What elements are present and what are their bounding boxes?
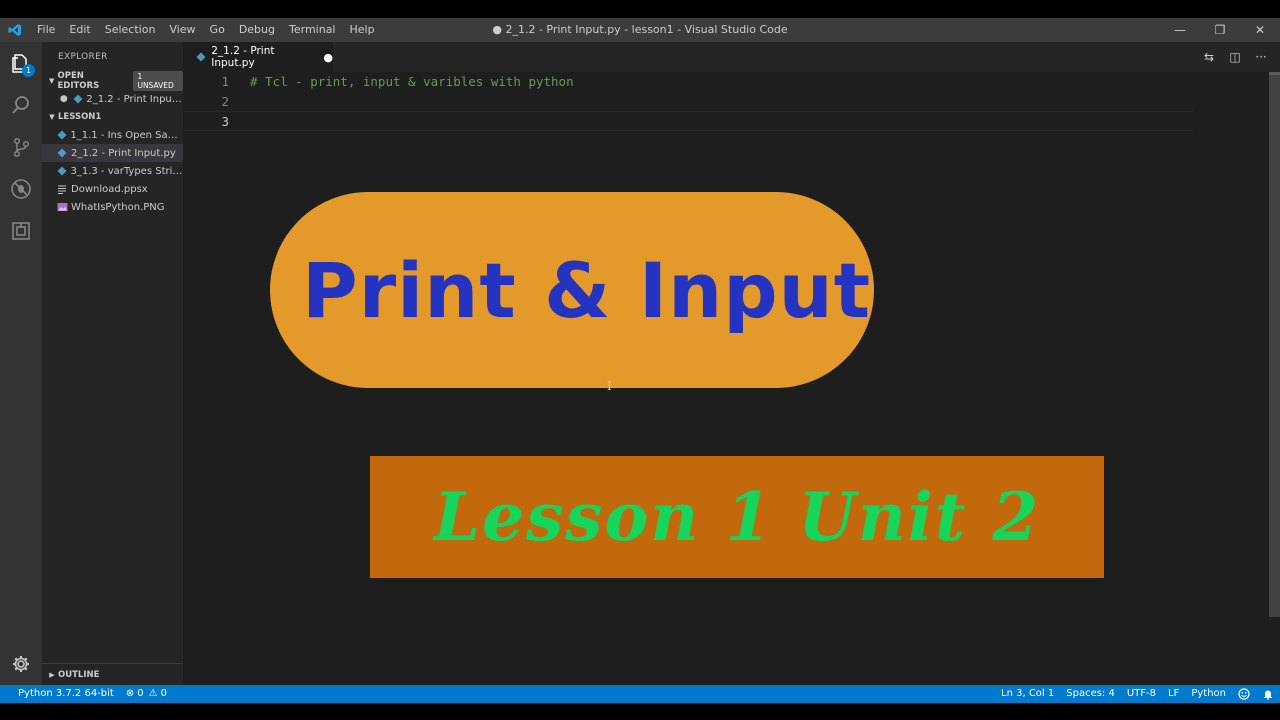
tab-bar: 2_1.2 - Print Input.py ● ⇆ ◫ ··· — [183, 42, 1280, 72]
indentation[interactable]: Spaces: 4 — [1060, 685, 1121, 703]
minimize-button[interactable]: — — [1160, 18, 1200, 42]
explorer-sidebar: EXPLORER ▼ OPEN EDITORS 1 UNSAVED ● 2_1.… — [42, 42, 184, 685]
python-icon — [56, 165, 67, 177]
chevron-down-icon: ▼ — [49, 113, 55, 121]
bottom-letterbox — [0, 703, 1280, 720]
warning-count: 0 — [160, 688, 167, 699]
source-control-icon[interactable] — [0, 126, 42, 168]
file-item[interactable]: 1_1.1 - Ins Open Save... — [42, 126, 183, 144]
lesson1-folder-header[interactable]: ▼ LESSON1 — [42, 108, 183, 126]
file-label: 1_1.1 - Ins Open Save... — [70, 129, 183, 141]
more-actions-icon[interactable]: ··· — [1248, 42, 1274, 72]
folder-label: LESSON1 — [58, 112, 102, 122]
menu-file[interactable]: File — [30, 18, 62, 42]
lesson-banner: Lesson 1 Unit 2 — [370, 456, 1104, 578]
file-item[interactable]: Download.ppsx — [42, 180, 183, 198]
unsaved-badge: 1 UNSAVED — [133, 71, 184, 91]
title-bar: File Edit Selection View Go Debug Termin… — [0, 18, 1280, 42]
end-of-line[interactable]: LF — [1162, 685, 1185, 703]
file-item[interactable]: WhatIsPython.PNG — [42, 198, 183, 216]
outline-label: OUTLINE — [58, 669, 100, 680]
code-line-current: 3 — [183, 111, 1193, 131]
banner-title: Print & Input — [302, 245, 872, 335]
open-editor-label: 2_1.2 - Print Input... — [86, 93, 183, 105]
text-cursor-icon: I — [607, 379, 612, 393]
editor-actions: ⇆ ◫ ··· — [1196, 42, 1274, 72]
debug-icon[interactable] — [0, 168, 42, 210]
open-editor-item[interactable]: ● 2_1.2 - Print Input... — [42, 90, 183, 108]
tab-print-input[interactable]: 2_1.2 - Print Input.py ● — [183, 42, 333, 72]
line-number: 2 — [221, 94, 229, 109]
code-line: 1 # Tcl - print, input & varibles with p… — [183, 72, 1193, 92]
editor-area: 2_1.2 - Print Input.py ● ⇆ ◫ ··· 1 # Tcl… — [183, 42, 1280, 685]
code-line: 2 — [183, 92, 1193, 112]
menu-go[interactable]: Go — [203, 18, 232, 42]
explorer-icon[interactable]: 1 — [0, 42, 42, 84]
python-icon — [195, 51, 206, 63]
chevron-right-icon: ▶ — [49, 670, 55, 679]
menu-debug[interactable]: Debug — [232, 18, 282, 42]
activity-bar: 1 — [0, 42, 42, 685]
error-icon: ⊗ — [125, 688, 135, 699]
cursor-position[interactable]: Ln 3, Col 1 — [995, 685, 1060, 703]
split-editor-icon[interactable]: ◫ — [1222, 42, 1248, 72]
top-letterbox — [0, 0, 1280, 18]
file-label: 2_1.2 - Print Input.py — [71, 147, 176, 159]
code-editor[interactable]: 1 # Tcl - print, input & varibles with p… — [183, 72, 1280, 685]
open-editors-header[interactable]: ▼ OPEN EDITORS 1 UNSAVED — [42, 71, 184, 91]
line-number: 1 — [221, 74, 229, 89]
notifications-bell-icon[interactable] — [1256, 685, 1280, 703]
print-input-banner: Print & Input — [270, 192, 874, 388]
open-editors-label: OPEN EDITORS — [57, 71, 100, 91]
menu-view[interactable]: View — [162, 18, 202, 42]
encoding[interactable]: UTF-8 — [1121, 685, 1162, 703]
image-icon — [56, 201, 68, 213]
vscode-logo-icon[interactable] — [0, 18, 30, 42]
error-count: 0 — [137, 688, 144, 699]
open-changes-icon[interactable]: ⇆ — [1196, 42, 1222, 72]
python-interpreter[interactable]: Python 3.7.2 64-bit — [12, 685, 120, 703]
menu-bar: File Edit Selection View Go Debug Termin… — [30, 18, 382, 42]
vertical-scrollbar[interactable] — [1269, 72, 1280, 617]
gear-icon[interactable] — [0, 643, 42, 685]
menu-help[interactable]: Help — [343, 18, 382, 42]
language-mode[interactable]: Python — [1185, 685, 1232, 703]
banner-subtitle: Lesson 1 Unit 2 — [433, 478, 1041, 556]
feedback-smiley-icon[interactable] — [1232, 685, 1256, 703]
tab-dirty-dot-icon[interactable]: ● — [323, 51, 333, 64]
file-lines-icon — [56, 183, 68, 195]
status-bar: Python 3.7.2 64-bit ⊗ 0 ⚠ 0 Ln 3, Col 1 … — [0, 685, 1280, 703]
extensions-icon[interactable] — [0, 210, 42, 252]
python-icon — [72, 93, 84, 105]
unsaved-dot-icon[interactable]: ● — [56, 94, 72, 104]
outline-header[interactable]: ▶ OUTLINE — [42, 663, 183, 685]
file-label: Download.ppsx — [71, 183, 148, 195]
menu-terminal[interactable]: Terminal — [282, 18, 343, 42]
file-label: 3_1.3 - varTypes Strin... — [70, 165, 183, 177]
chevron-down-icon: ▼ — [49, 77, 55, 85]
tab-label: 2_1.2 - Print Input.py — [211, 45, 275, 69]
problems-indicator[interactable]: ⊗ 0 ⚠ 0 — [120, 685, 173, 703]
file-item[interactable]: 3_1.3 - varTypes Strin... — [42, 162, 183, 180]
python-icon — [56, 147, 68, 159]
line-number: 3 — [221, 114, 229, 129]
scrollbar-marker — [1269, 72, 1280, 75]
menu-edit[interactable]: Edit — [62, 18, 97, 42]
close-button[interactable]: ✕ — [1240, 18, 1280, 42]
restore-button[interactable]: ❐ — [1200, 18, 1240, 42]
explorer-title: EXPLORER — [58, 52, 108, 62]
explorer-badge: 1 — [22, 64, 35, 77]
search-icon[interactable] — [0, 84, 42, 126]
window-controls: — ❐ ✕ — [1160, 18, 1280, 42]
file-item-active[interactable]: 2_1.2 - Print Input.py — [42, 144, 183, 162]
file-label: WhatIsPython.PNG — [71, 201, 165, 213]
warning-icon: ⚠ — [148, 688, 158, 699]
python-icon — [56, 129, 67, 141]
line-text: # Tcl - print, input & varibles with pyt… — [250, 74, 574, 89]
menu-selection[interactable]: Selection — [98, 18, 163, 42]
